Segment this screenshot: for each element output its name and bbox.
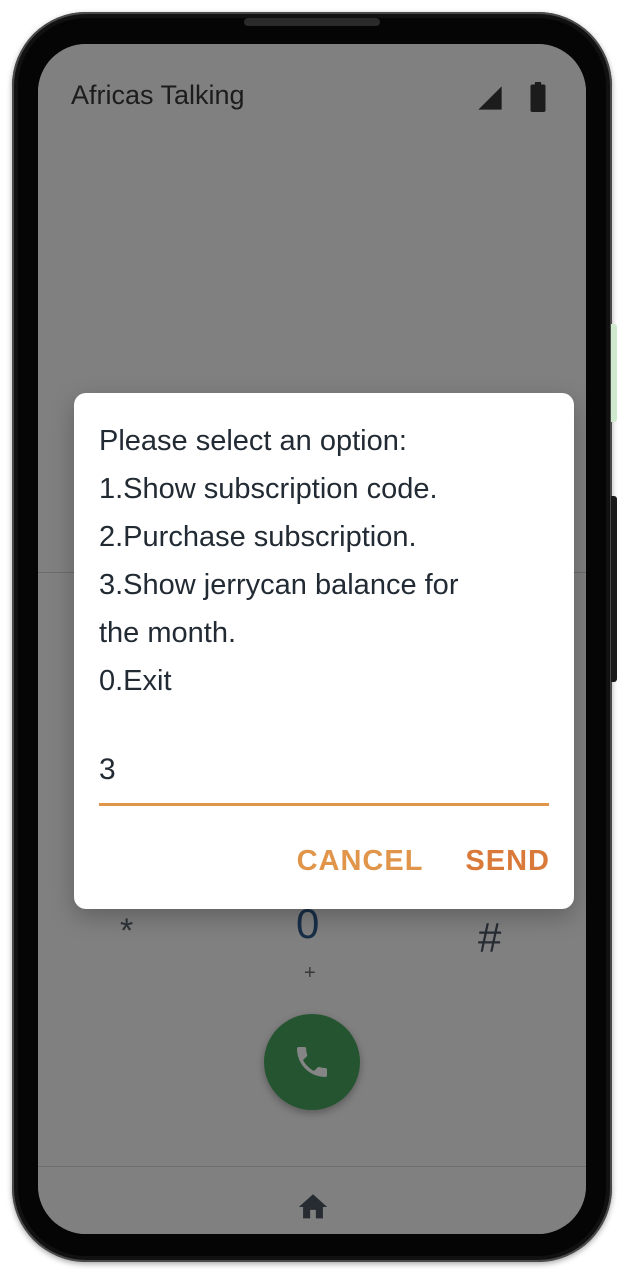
dialog-actions: CANCEL SEND: [297, 845, 550, 878]
message-line: 0.Exit: [99, 665, 172, 697]
volume-button[interactable]: [611, 496, 617, 682]
cancel-button[interactable]: CANCEL: [297, 845, 424, 878]
message-line: 1.Show subscription code.: [99, 473, 438, 505]
battery-icon: [530, 82, 546, 112]
message-line: the month.: [99, 617, 237, 649]
reply-input[interactable]: [99, 745, 549, 806]
ussd-dialog: Please select an option: 1.Show subscrip…: [74, 393, 574, 909]
status-bar: Africas Talking: [38, 44, 586, 134]
message-line: Please select an option:: [99, 425, 407, 457]
cellular-signal-icon: [478, 86, 502, 110]
message-line: 3.Show jerrycan balance for: [99, 569, 459, 601]
send-button[interactable]: SEND: [465, 845, 550, 878]
earpiece-speaker: [244, 18, 380, 26]
power-button[interactable]: [611, 324, 617, 422]
dialog-message: Please select an option: 1.Show subscrip…: [99, 417, 559, 705]
screen: * 0 + # Africas Talking Please select an…: [38, 44, 586, 1234]
carrier-name: Africas Talking: [71, 80, 245, 110]
message-line: 2.Purchase subscription.: [99, 521, 417, 553]
phone-frame: * 0 + # Africas Talking Please select an…: [12, 12, 617, 1262]
